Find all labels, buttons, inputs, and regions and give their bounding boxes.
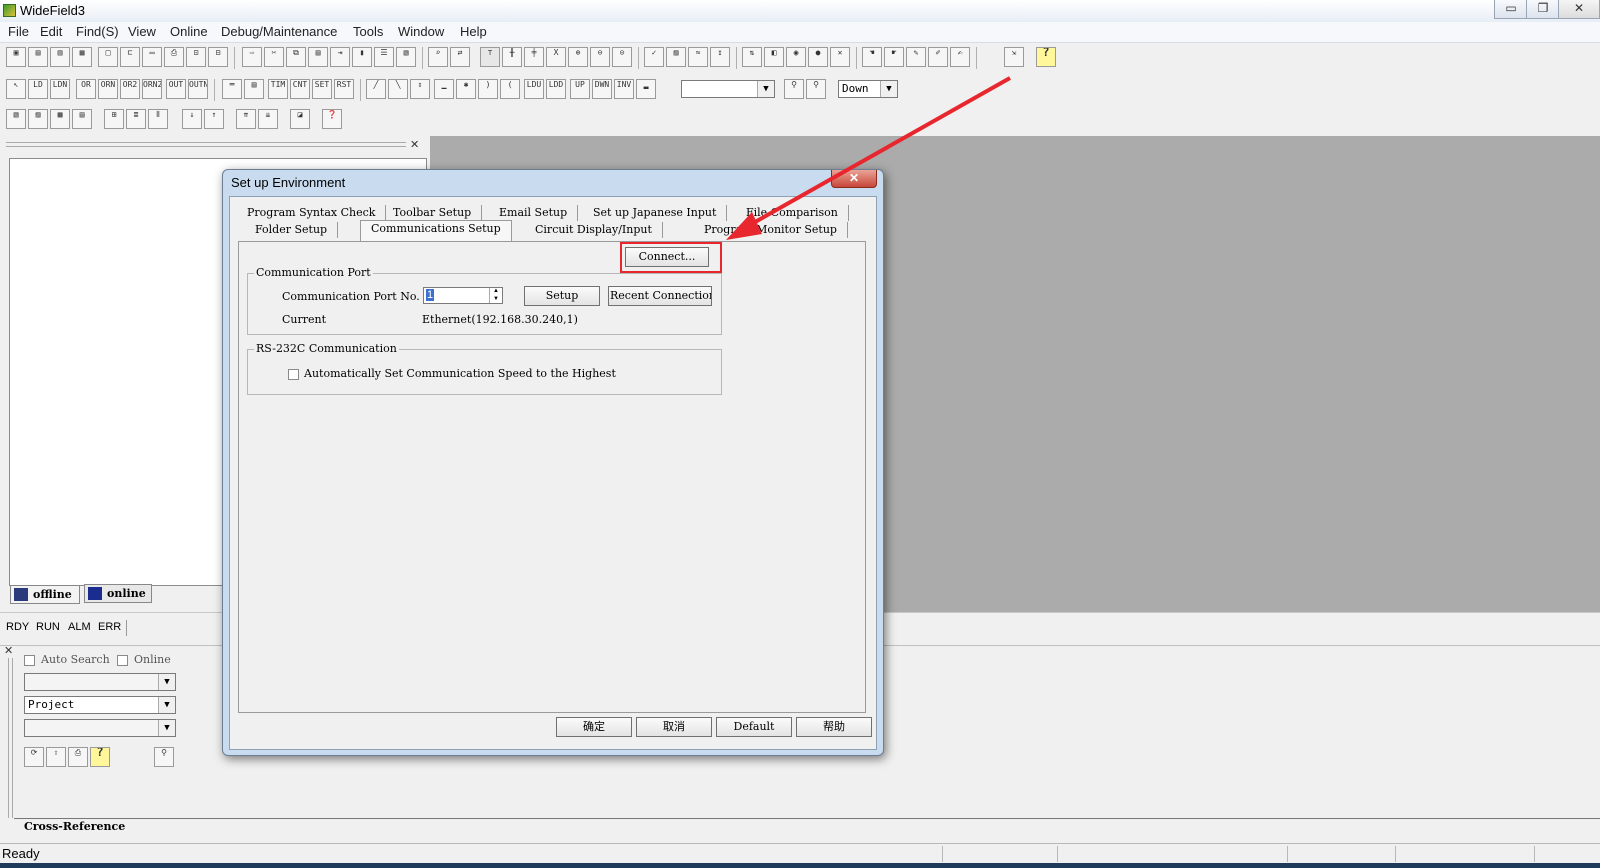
arrow-head [726, 212, 762, 240]
arrow-shaft [747, 76, 1011, 228]
annotation-arrow-icon [726, 76, 1011, 240]
